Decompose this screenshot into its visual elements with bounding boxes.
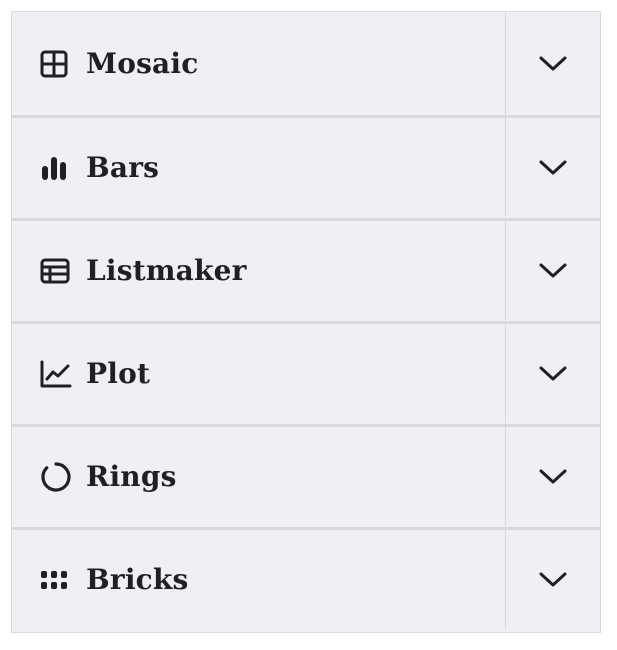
accordion-header-bars[interactable]: Bars [12,118,506,217]
accordion-header-rings[interactable]: Rings [12,427,506,526]
chevron-down-icon [539,469,567,485]
accordion-label: Bars [86,151,160,184]
accordion-item-rings: Rings [12,424,600,526]
accordion-header-plot[interactable]: Plot [12,324,506,423]
grid-icon [40,48,72,80]
ring-icon [40,461,72,493]
accordion-label: Listmaker [86,254,247,287]
bar-chart-icon [40,152,72,184]
chevron-down-icon [539,263,567,279]
accordion-panel: Mosaic Bars Listmaker Plot Rings Bricks [11,11,601,633]
expand-toggle-rings[interactable] [506,427,600,526]
chevron-down-icon [539,572,567,588]
accordion-item-plot: Plot [12,321,600,423]
expand-toggle-listmaker[interactable] [506,221,600,320]
accordion-item-bars: Bars [12,115,600,217]
expand-toggle-bricks[interactable] [506,530,600,629]
accordion-header-mosaic[interactable]: Mosaic [12,12,506,115]
accordion-header-bricks[interactable]: Bricks [12,530,506,629]
accordion-label: Rings [86,460,177,493]
table-icon [40,255,72,287]
expand-toggle-mosaic[interactable] [506,12,600,115]
accordion-item-bricks: Bricks [12,527,600,629]
accordion-label: Bricks [86,563,189,596]
accordion-label: Mosaic [86,47,199,80]
expand-toggle-plot[interactable] [506,324,600,423]
accordion-item-mosaic: Mosaic [12,12,600,115]
expand-toggle-bars[interactable] [506,118,600,217]
chevron-down-icon [539,366,567,382]
chevron-down-icon [539,160,567,176]
accordion-label: Plot [86,357,151,390]
accordion-item-listmaker: Listmaker [12,218,600,320]
bricks-icon [40,564,72,596]
chevron-down-icon [539,56,567,72]
line-chart-icon [40,358,72,390]
accordion-header-listmaker[interactable]: Listmaker [12,221,506,320]
